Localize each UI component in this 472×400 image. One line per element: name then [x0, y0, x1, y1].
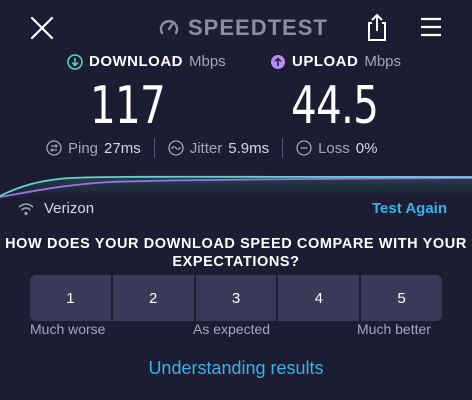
upload-header: UPLOAD Mbps — [270, 53, 401, 70]
wifi-icon — [18, 202, 34, 215]
download-label: DOWNLOAD — [89, 53, 183, 70]
jitter-value: 5.9ms — [228, 139, 270, 157]
connection-stats: Ping 27ms Jitter 5.9ms Loss 0% — [46, 138, 377, 158]
ping-icon — [46, 140, 62, 156]
upload-speed-value: 44.5 — [291, 76, 379, 136]
download-speed-value: 117 — [90, 76, 166, 136]
scale-label-low: Much worse — [30, 321, 106, 337]
rating-option-3[interactable]: 3 — [193, 275, 277, 321]
scale-label-mid: As expected — [193, 321, 271, 337]
download-unit: Mbps — [189, 53, 226, 70]
rating-option-1[interactable]: 1 — [30, 275, 111, 321]
scale-label-high: Much better — [357, 321, 431, 337]
upload-label: UPLOAD — [292, 53, 359, 70]
jitter-icon — [168, 140, 184, 156]
ping-label: Ping — [68, 139, 99, 157]
survey-question: HOW DOES YOUR DOWNLOAD SPEED COMPARE WIT… — [5, 236, 467, 270]
upload-arrow-icon — [271, 54, 285, 69]
rating-option-5[interactable]: 5 — [359, 275, 442, 321]
test-again-button[interactable]: Test Again — [372, 200, 447, 217]
upload-unit: Mbps — [364, 53, 402, 70]
logo-text: SPEEDTEST — [188, 15, 328, 40]
share-icon[interactable] — [364, 12, 390, 42]
loss-stat: Loss 0% — [296, 140, 377, 157]
loss-icon — [296, 140, 312, 156]
download-header: DOWNLOAD Mbps — [67, 53, 226, 70]
speedtest-logo: SPEEDTEST — [158, 14, 328, 42]
ping-stat: Ping 27ms — [46, 140, 141, 157]
menu-icon[interactable] — [418, 15, 444, 39]
loss-value: 0% — [355, 139, 378, 157]
understanding-results-link[interactable]: Understanding results — [0, 358, 472, 379]
stat-divider — [153, 138, 155, 158]
rating-option-4[interactable]: 4 — [276, 275, 360, 321]
provider: Verizon — [18, 200, 94, 217]
ping-value: 27ms — [104, 139, 141, 157]
rating-scale: 1 2 3 4 5 — [30, 275, 442, 321]
provider-name: Verizon — [44, 200, 95, 217]
rating-option-2[interactable]: 2 — [110, 275, 194, 321]
stat-divider — [282, 138, 284, 158]
jitter-stat: Jitter 5.9ms — [168, 140, 269, 157]
gauge-icon — [159, 20, 179, 35]
loss-label: Loss — [318, 139, 350, 157]
download-arrow-icon — [67, 53, 83, 70]
close-icon[interactable] — [28, 14, 56, 42]
speed-graph — [0, 175, 472, 198]
jitter-label: Jitter — [189, 139, 223, 157]
